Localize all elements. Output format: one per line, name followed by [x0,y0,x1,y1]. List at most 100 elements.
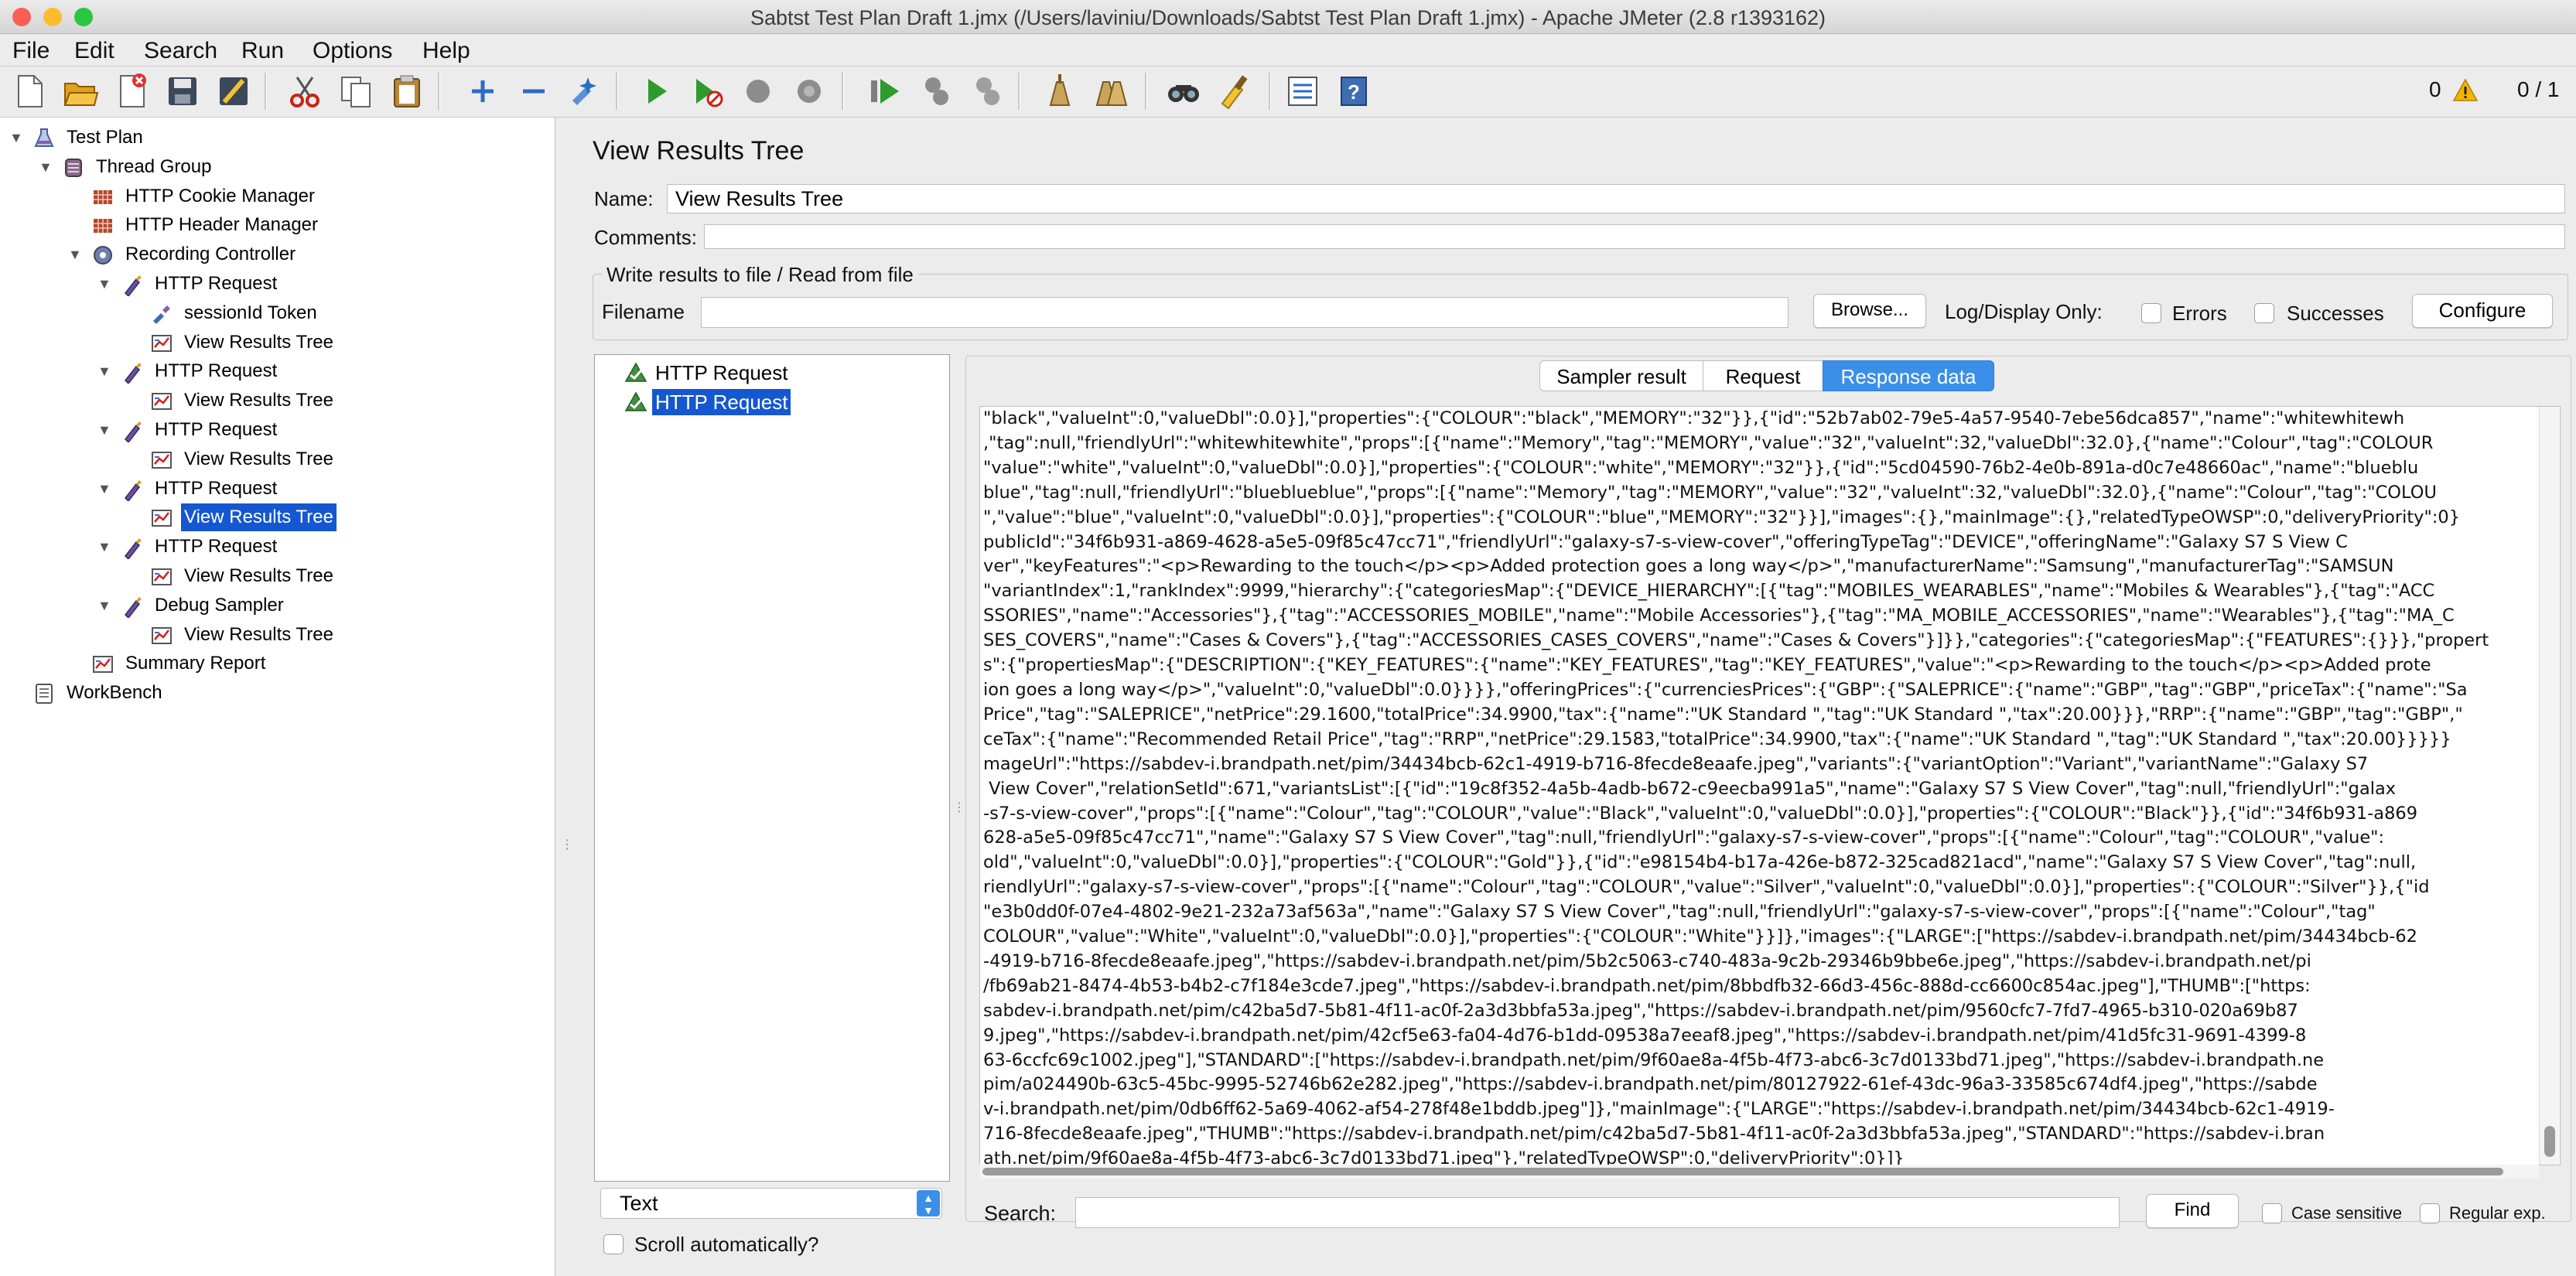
expand-toggle-icon[interactable]: ▼ [39,153,53,181]
collapse-icon[interactable] [514,71,554,111]
tree-node-label: HTTP Cookie Manager [125,185,315,206]
cut-icon[interactable] [285,71,325,111]
toggle-icon[interactable] [565,71,605,111]
search-icon[interactable] [1163,71,1204,111]
case-sensitive-checkbox[interactable] [2262,1203,2282,1223]
response-horizontal-scrollbar[interactable] [979,1165,2539,1179]
shutdown-icon[interactable] [789,71,829,111]
save-icon[interactable] [162,71,203,111]
extractor-icon [150,302,173,326]
successes-label: Successes [2287,302,2384,325]
scrollbar-thumb[interactable] [2544,1126,2555,1157]
successes-checkbox[interactable] [2254,303,2274,323]
menu-file[interactable]: File [12,38,50,64]
success-icon [624,361,647,384]
filename-label: Filename [602,300,685,323]
response-body: "black","valueInt":0,"valueDbl":0.0}],"p… [983,408,2489,1165]
expand-toggle-icon[interactable]: ▼ [97,270,111,298]
toolbar-separator [1145,73,1147,110]
config-element-icon [91,214,114,237]
split-pane-divider[interactable]: ⋮ [555,118,586,1276]
comments-field[interactable] [704,224,2565,249]
search-input[interactable] [1075,1197,2120,1228]
tree-node-label: Recording Controller [125,244,296,265]
response-data-text[interactable]: "black","valueInt":0,"valueDbl":0.0}],"p… [979,406,2561,1165]
svg-text:?: ? [1348,80,1360,104]
menu-search[interactable]: Search [144,38,217,64]
stop-icon[interactable] [738,71,778,111]
comments-label: Comments: [594,226,697,249]
tree-node-label: HTTP Request [155,477,278,499]
active-threads-count: 0 / 1 [2517,77,2560,101]
open-icon[interactable] [60,71,101,111]
tree-node-label: HTTP Request [155,419,278,440]
remote-shutdown-icon[interactable] [967,71,1007,111]
tab-sampler-result[interactable]: Sampler result [1539,360,1703,391]
listener-icon [150,565,173,589]
name-field[interactable]: View Results Tree [667,184,2565,213]
toolbar-separator [842,73,844,110]
clear-all-icon[interactable] [1091,71,1131,111]
help-icon[interactable]: ? [1334,71,1374,111]
list-item[interactable]: HTTP Request [624,360,934,386]
toolbar-separator [616,73,618,110]
reset-search-icon[interactable] [1215,71,1255,111]
list-item[interactable]: HTTP Request [624,389,934,415]
configure-button[interactable]: Configure [2412,294,2553,328]
remote-stop-icon[interactable] [916,71,956,111]
menu-edit[interactable]: Edit [74,38,114,64]
listener-icon [150,332,173,355]
tab-response-data[interactable]: Response data [1823,360,1994,391]
filename-input[interactable] [701,297,1789,328]
file-group-title: Write results to file / Read from file [602,263,918,287]
expand-icon[interactable] [463,71,503,111]
expand-toggle-icon[interactable]: ▼ [9,124,23,152]
tree-node-label: View Results Tree [184,331,333,353]
menu-run[interactable]: Run [241,38,284,64]
start-no-timers-icon[interactable] [687,71,727,111]
toolbar-separator [1018,73,1020,110]
errors-checkbox[interactable] [2141,303,2161,323]
tab-request[interactable]: Request [1703,360,1823,391]
chevron-updown-icon: ▲ ▼ [917,1190,940,1216]
tree-node-label: View Results Tree [181,503,337,532]
regular-exp-checkbox[interactable] [2420,1203,2440,1223]
menu-options[interactable]: Options [313,38,392,64]
toolbar-separator [438,73,440,110]
paste-icon[interactable] [387,71,427,111]
remote-start-icon[interactable] [865,71,905,111]
search-label: Search: [984,1202,1057,1225]
expand-toggle-icon[interactable]: ▼ [97,416,111,444]
menu-help[interactable]: Help [422,38,470,64]
window-title-bar: Sabtst Test Plan Draft 1.jmx (/Users/lav… [0,0,2576,34]
scroll-automatically-checkbox[interactable] [603,1234,624,1254]
expand-toggle-icon[interactable]: ▼ [97,533,111,561]
splitter-grip-icon: ⋮ [561,838,573,851]
name-label: Name: [594,187,654,210]
tree-node-label: View Results Tree [184,390,333,411]
expand-toggle-icon[interactable]: ▼ [68,241,82,268]
error-count: 0 [2429,77,2441,101]
regular-exp-label: Regular exp. [2449,1203,2546,1223]
close-icon[interactable] [111,71,152,111]
renderer-select[interactable]: Text ▲ ▼ [600,1188,942,1219]
response-vertical-scrollbar[interactable] [2539,407,2559,1165]
expand-toggle-icon[interactable]: ▼ [97,475,111,503]
new-icon[interactable] [9,71,50,111]
browse-button[interactable]: Browse... [1813,294,1926,328]
warning-icon[interactable] [2452,77,2479,104]
controller-icon [91,244,114,267]
function-helper-icon[interactable] [1283,71,1323,111]
tree-node-label: HTTP Request [155,360,278,382]
listener-icon [150,624,173,647]
expand-toggle-icon[interactable]: ▼ [97,357,111,385]
save-screenshot-icon[interactable] [214,71,254,111]
scroll-automatically-label: Scroll automatically? [634,1233,819,1256]
scrollbar-thumb[interactable] [982,1168,2503,1175]
find-button[interactable]: Find [2146,1194,2239,1228]
clear-icon[interactable] [1040,71,1080,111]
start-icon[interactable] [636,71,676,111]
tree-node-label: HTTP Request [155,273,278,294]
copy-icon[interactable] [336,71,376,111]
expand-toggle-icon[interactable]: ▼ [97,592,111,619]
